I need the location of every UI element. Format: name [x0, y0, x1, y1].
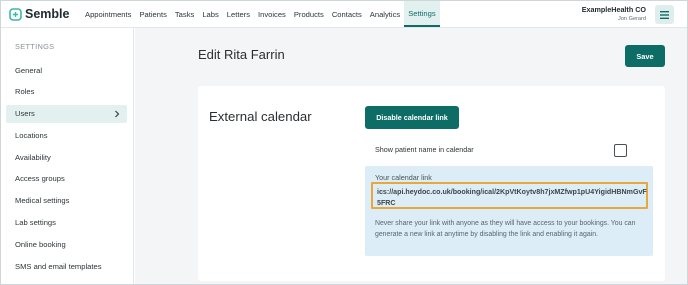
sidebar-item-online-booking[interactable]: Online booking — [6, 235, 127, 253]
sidebar-item-access-groups[interactable]: Access groups — [6, 170, 127, 188]
chevron-right-icon — [114, 110, 120, 118]
sidebar-item-label: Locations — [15, 130, 48, 140]
nav-products[interactable]: Products — [290, 1, 328, 27]
account-info[interactable]: ExampleHealth CO Jon Gerard — [582, 5, 646, 22]
sidebar-item-availability[interactable]: Availability — [6, 148, 127, 166]
hamburger-icon — [660, 6, 669, 24]
top-navigation-bar: Semble Appointments Patients Tasks Labs … — [1, 1, 687, 28]
sidebar-item-label: Online booking — [15, 239, 66, 249]
nav-analytics[interactable]: Analytics — [366, 1, 404, 27]
sidebar-item-locations[interactable]: Locations — [6, 126, 127, 144]
sidebar-item-label: Access groups — [15, 174, 65, 184]
show-patient-name-checkbox[interactable] — [614, 144, 627, 157]
app-window: Semble Appointments Patients Tasks Labs … — [0, 0, 688, 285]
nav-labs[interactable]: Labs — [198, 1, 222, 27]
calendar-link-panel: Your calendar link ics://api.heydoc.co.u… — [365, 166, 653, 256]
brand-logo[interactable]: Semble — [9, 7, 75, 21]
user-name: Jon Gerard — [618, 16, 646, 22]
sidebar-item-label: Roles — [15, 87, 35, 97]
menu-button[interactable] — [655, 5, 674, 24]
calendar-link-label: Your calendar link — [375, 173, 432, 182]
calendar-link-url[interactable]: ics://api.heydoc.co.uk/booking/ical/2KpV… — [377, 187, 647, 208]
calendar-link-warning: Never share your link with anyone as the… — [375, 220, 636, 238]
semble-logo-icon — [9, 7, 22, 21]
nav-contacts[interactable]: Contacts — [328, 1, 366, 27]
sidebar-item-sms-email-templates[interactable]: SMS and email templates — [6, 257, 127, 275]
section-title: External calendar — [209, 109, 312, 124]
save-button[interactable]: Save — [625, 45, 665, 67]
sidebar-item-label: SMS and email templates — [15, 261, 102, 271]
sidebar-item-label: Availability — [15, 152, 51, 162]
nav-patients[interactable]: Patients — [135, 1, 170, 27]
main-nav: Appointments Patients Tasks Labs Letters… — [81, 1, 440, 27]
sidebar-item-users[interactable]: Users — [6, 104, 127, 123]
nav-invoices[interactable]: Invoices — [254, 1, 290, 27]
sidebar-item-lab-settings[interactable]: Lab settings — [6, 214, 127, 232]
show-patient-name-label: Show patient name in calendar — [375, 145, 474, 154]
organization-name: ExampleHealth CO — [581, 5, 646, 14]
sidebar-item-label: Lab settings — [15, 218, 56, 228]
sidebar-heading: SETTINGS — [15, 42, 55, 51]
page-title: Edit Rita Farrin — [198, 47, 285, 62]
calendar-link-highlight: ics://api.heydoc.co.uk/booking/ical/2KpV… — [371, 182, 648, 209]
brand-name: Semble — [25, 7, 70, 21]
sidebar-item-label: Medical settings — [15, 196, 70, 206]
sidebar-item-roles[interactable]: Roles — [6, 83, 127, 101]
nav-appointments[interactable]: Appointments — [81, 1, 135, 27]
sidebar-item-label: General — [15, 65, 43, 75]
sidebar-item-general[interactable]: General — [6, 61, 127, 79]
sidebar-item-medical-settings[interactable]: Medical settings — [6, 192, 127, 210]
sidebar-list: General Roles Users Locations Availabili… — [6, 61, 127, 279]
sidebar-item-label: Users — [15, 109, 35, 119]
nav-letters[interactable]: Letters — [223, 1, 254, 27]
external-calendar-card: External calendar Disable calendar link … — [198, 86, 665, 281]
disable-calendar-link-button[interactable]: Disable calendar link — [365, 106, 459, 129]
nav-settings[interactable]: Settings — [404, 1, 440, 27]
main-content: Edit Rita Farrin Save External calendar … — [135, 28, 687, 284]
nav-tasks[interactable]: Tasks — [171, 1, 198, 27]
settings-sidebar: SETTINGS General Roles Users Locations A… — [1, 28, 134, 284]
